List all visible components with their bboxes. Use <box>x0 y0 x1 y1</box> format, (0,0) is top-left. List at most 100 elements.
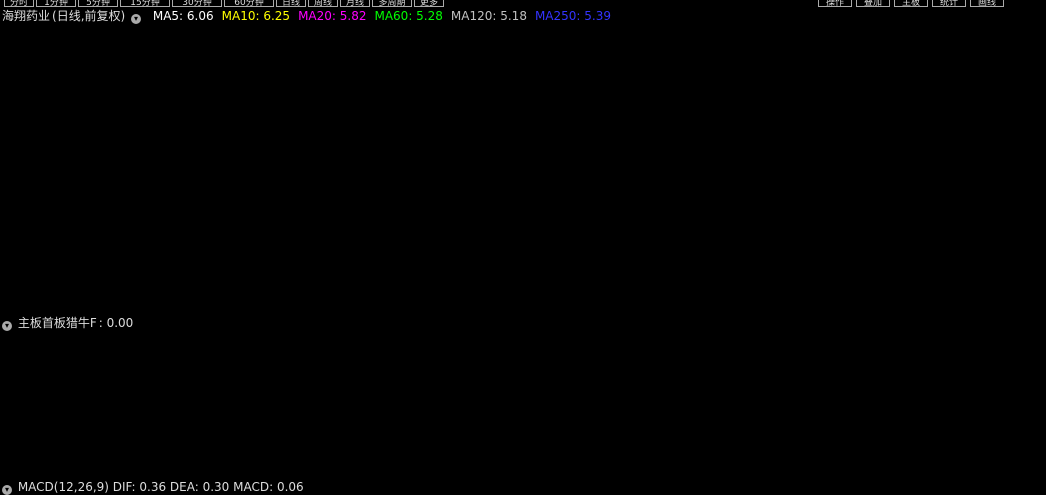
event-marker: 涨 <box>883 297 895 312</box>
indicator-value: : 0.00 <box>98 316 134 330</box>
candle-body <box>974 74 986 102</box>
candle-body <box>518 257 530 261</box>
candle-body <box>31 272 43 277</box>
candle-body <box>852 111 864 175</box>
candle-body <box>16 270 28 274</box>
tool-button-1[interactable]: 叠加 <box>856 0 890 8</box>
candle-body <box>457 250 469 258</box>
candle-body <box>320 230 332 237</box>
period-label: (日线,前复权) <box>52 9 126 23</box>
low-price-label: 4.26 <box>445 305 470 318</box>
candle-body <box>670 238 682 244</box>
candle-body <box>62 280 74 284</box>
candle-body <box>244 237 256 241</box>
event-marker: 跌 <box>411 297 423 312</box>
candle-body <box>959 70 971 86</box>
tool-button-0[interactable]: 操作 <box>818 0 852 8</box>
indicator-legend: ▾ 主板首板猎牛F: 0.00 <box>2 316 135 331</box>
ma20-line <box>6 144 1011 277</box>
candle-body <box>275 242 287 251</box>
candle-body <box>700 241 712 246</box>
candle-body <box>928 58 940 69</box>
tab-0[interactable]: 分时 <box>4 0 34 8</box>
tab-2[interactable]: 5分钟 <box>78 0 118 8</box>
candle-body <box>168 232 180 243</box>
chevron-down-icon[interactable]: ▾ <box>2 485 12 495</box>
candle-body <box>411 278 423 281</box>
indicator-line <box>0 334 1046 478</box>
indicator-name[interactable]: 主板首板猎牛F <box>18 316 97 330</box>
kline-chart[interactable]: 6.97 4.26 跌 财 涨 <box>0 0 1046 489</box>
candle-body <box>639 254 651 266</box>
candle-body <box>335 240 347 245</box>
candle-body <box>47 275 59 282</box>
candle-body <box>715 233 727 246</box>
candle-body <box>579 252 591 255</box>
candle-body <box>594 232 606 260</box>
candle-body <box>822 223 834 226</box>
candle-body <box>776 230 788 234</box>
candle-body <box>138 242 150 295</box>
candle-body <box>655 252 667 256</box>
candle-body <box>791 230 803 233</box>
ma5-line <box>6 61 1011 289</box>
candle-body <box>563 253 575 260</box>
ma-legend-1: MA10: 6.25 <box>221 9 291 23</box>
candle-body <box>381 230 393 234</box>
candle-body <box>867 66 879 109</box>
candle-body <box>214 239 226 243</box>
event-marker: 财 <box>655 298 667 312</box>
tab-3[interactable]: 15分钟 <box>120 0 170 8</box>
candle-body <box>624 254 636 261</box>
candle-body <box>153 237 165 244</box>
candle-body <box>487 252 499 255</box>
candle-body <box>761 232 773 235</box>
candle-body <box>731 231 743 235</box>
candle-body <box>427 283 439 296</box>
candle-body <box>1 270 13 275</box>
macd-text: MACD(12,26,9) DIF: 0.36 DEA: 0.30 MACD: … <box>17 480 304 494</box>
candle-body <box>199 236 211 243</box>
ma-legend-2: MA20: 5.82 <box>298 9 367 23</box>
tab-10[interactable]: 更多 <box>414 0 444 8</box>
candle-body <box>1004 91 1016 103</box>
tab-6[interactable]: 日线 <box>276 0 306 8</box>
ma-legend-0: MA5: 6.06 <box>152 9 214 23</box>
candle-body <box>77 282 89 285</box>
candle-body <box>883 49 895 65</box>
candle-body <box>229 237 241 241</box>
candle-body <box>943 63 955 72</box>
ma120-line <box>6 174 1011 249</box>
tab-7[interactable]: 周线 <box>308 0 338 8</box>
tab-1[interactable]: 1分钟 <box>36 0 76 8</box>
stock-name[interactable]: 海翔药业 <box>2 9 50 23</box>
candle-body <box>92 283 104 291</box>
tool-button-3[interactable]: 统计 <box>932 0 966 8</box>
ma-legend-5: MA250: 5.39 <box>534 9 611 23</box>
tab-5[interactable]: 60分钟 <box>224 0 274 8</box>
candle-body <box>290 241 302 245</box>
chevron-down-icon[interactable]: ▾ <box>131 14 142 24</box>
tab-8[interactable]: 月线 <box>340 0 370 8</box>
candle-body <box>503 253 515 261</box>
candle-body <box>533 260 545 265</box>
candle-body <box>305 230 317 243</box>
chevron-down-icon[interactable]: ▾ <box>2 321 12 331</box>
candle-body <box>366 227 378 232</box>
tool-button-2[interactable]: 主板 <box>894 0 928 8</box>
candle-body <box>259 239 271 251</box>
candle-body <box>396 241 408 278</box>
candle-body <box>183 236 195 242</box>
ma60-line <box>6 216 1011 250</box>
candle-body <box>548 258 560 265</box>
candle-body <box>442 256 454 266</box>
tab-4[interactable]: 30分钟 <box>172 0 222 8</box>
tab-9[interactable]: 多周期 <box>372 0 412 8</box>
candle-body <box>107 287 119 291</box>
candle-body <box>609 238 621 249</box>
main-legend: 海翔药业 (日线,前复权) ▾ MA5: 6.06 MA10: 6.25 MA20: … <box>2 9 615 24</box>
candle-body <box>807 224 819 234</box>
tool-button-4[interactable]: 画线 <box>970 0 1004 8</box>
ma10-line <box>6 75 1011 282</box>
candle-body <box>837 178 849 223</box>
